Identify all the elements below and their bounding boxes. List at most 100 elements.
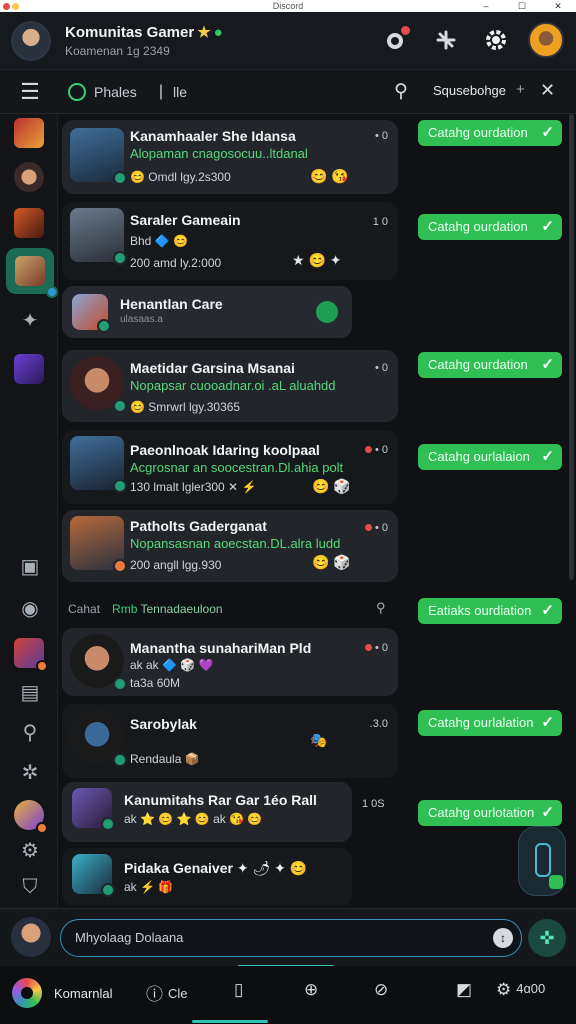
close-window-button[interactable]: ✕ (540, 0, 576, 12)
briefcase-icon[interactable]: ▤ (17, 680, 43, 706)
chat-item[interactable]: Manantha sunahariMan Pld ak ak 🔷 🎲 💜 ta3… (62, 628, 398, 696)
nav-item-info[interactable]: ⓘ Cle (146, 980, 188, 1005)
server-icon-1[interactable] (14, 118, 44, 148)
close-icon[interactable]: ✕ (540, 80, 555, 101)
brand-label[interactable]: Komarnlal (54, 986, 113, 1001)
chat-meta: ak ⚡ 🎁 (124, 880, 174, 894)
app-logo-icon[interactable] (12, 978, 42, 1008)
server-icon-active[interactable] (6, 248, 58, 298)
app-title: Komunitas Gamer ★ ● (65, 23, 223, 41)
chat-item[interactable]: Maetidar Garsina Msanai Nopapsar cuooadn… (62, 350, 398, 422)
status-pill[interactable]: Catahg ourdation ✓ (418, 120, 562, 146)
status-pill[interactable]: Catahg ourdation ✓ (418, 352, 562, 378)
nav-item-book[interactable]: ▯ (234, 980, 243, 1000)
chat-sub: ulasaas.a (120, 314, 163, 325)
chat-thumbnail (70, 436, 127, 493)
message-input[interactable]: Mhyolaag Dolaana ↕ (60, 919, 522, 957)
chat-time: .3.0 (369, 718, 388, 730)
nav-item-edit[interactable]: ◩ (456, 980, 472, 1000)
chat-reactions: 😊 🎲 (312, 554, 351, 570)
app-header: Komunitas Gamer ★ ● Koamenan 1g 2349 (0, 12, 576, 70)
send-button[interactable]: ✜ (528, 919, 566, 957)
search-sidebar-icon[interactable]: ⚲ (17, 720, 43, 746)
chat-thumbnail (70, 208, 127, 265)
status-pill-text: Catahg ourlalation (428, 715, 534, 730)
tab-lle[interactable]: lle (173, 84, 187, 100)
check-circle-icon[interactable]: ◉ (17, 596, 43, 622)
server-icon-3[interactable] (14, 208, 44, 238)
tab-phales[interactable]: Phales (68, 82, 137, 101)
chat-meta-text: Omdl lgy.2s300 (148, 170, 231, 184)
chat-item[interactable]: Saraler Gameain Bhd 🔷 😊 200 amd ly.2:000… (62, 202, 398, 280)
status-pill[interactable]: Catahg ourlalation ✓ (418, 710, 562, 736)
bottom-navigation: Komarnlal ⓘ Cle ▯ ⊕ ⊘ ◩ ⚙ 4ɑ00 (0, 966, 576, 1024)
chat-time: • 0 (364, 522, 388, 534)
header-actions (378, 22, 564, 58)
check-icon: ✓ (541, 602, 554, 619)
nav-item-target[interactable]: ⊕ (304, 980, 318, 1000)
chat-desc: Acgrosnar an soocestran.Dl.ahia polt (130, 460, 344, 475)
chat-name: Manantha sunahariMan Pld (130, 640, 312, 656)
tab-phales-icon (68, 82, 86, 101)
search-icon[interactable]: ⚲ (394, 80, 408, 103)
server-badge (36, 660, 48, 672)
book-icon: ▯ (234, 980, 244, 999)
header-title-block: Komunitas Gamer ★ ● Koamenan 1g 2349 (65, 23, 223, 58)
share-button[interactable] (428, 22, 464, 58)
nav-item-compass[interactable]: ⊘ (374, 980, 388, 1000)
maximize-button[interactable]: ☐ (504, 0, 540, 12)
nav-item-settings[interactable]: ⚙ 4ɑ00 (496, 980, 545, 1000)
chat-time: • 0 (374, 130, 388, 142)
list-scrollbar[interactable] (569, 114, 574, 580)
hamburger-menu-icon[interactable]: ☰ (0, 79, 60, 105)
minimize-button[interactable]: – (468, 0, 504, 12)
check-icon: ✓ (541, 218, 554, 235)
attach-icon[interactable]: ↕ (493, 928, 513, 948)
status-pill[interactable]: Catahg ourlalaion ✓ (418, 444, 562, 470)
server-icon-6[interactable] (14, 638, 48, 672)
check-icon: ✓ (541, 448, 554, 465)
chat-item[interactable]: Sarobylak Rendaula 📦 .3.0 🎭 (62, 704, 398, 778)
server-icon-2[interactable] (14, 162, 44, 192)
nav-item-label: 4ɑ00 (516, 981, 546, 996)
add-icon[interactable]: + (516, 81, 525, 98)
chat-time: • 0 (364, 444, 388, 456)
composer-avatar[interactable] (11, 917, 51, 957)
chat-item[interactable]: Kanamhaaler She Idansa Alopaman cnagosoc… (62, 120, 398, 194)
lock-icon[interactable]: ▣ (17, 554, 43, 580)
shield-icon[interactable]: ⛉ (17, 874, 43, 900)
server-icon-5[interactable] (14, 354, 44, 384)
settings-button[interactable] (478, 22, 514, 58)
server-icon-7[interactable] (14, 800, 48, 834)
profile-avatar[interactable] (528, 22, 564, 58)
section-search-icon[interactable]: ⚲ (376, 600, 386, 616)
status-pill[interactable]: Catahg ourlotation ✓ (418, 800, 562, 826)
target-icon: ⊕ (304, 980, 319, 999)
status-pill[interactable]: Eatiaks ourdiation ✓ (418, 598, 562, 624)
chat-thumbnail (72, 854, 115, 897)
message-composer: Mhyolaag Dolaana ↕ ✜ (0, 908, 576, 968)
chat-name-text: Pidaka Genaiver (124, 860, 233, 876)
chat-item[interactable]: Henantlan Care ulasaas.a (62, 286, 352, 338)
floating-action-button[interactable] (518, 826, 566, 896)
chat-time: 1 0S (362, 798, 385, 810)
settings-sidebar-icon[interactable]: ⚙ (17, 838, 43, 864)
status-pill[interactable]: Catahg ourdation ✓ (418, 214, 562, 240)
chat-item[interactable]: Patholts Gaderganat Nopansasnan aoecstan… (62, 510, 398, 582)
chat-time-text: • 0 (374, 444, 388, 456)
search-query[interactable]: Squsebohge (433, 83, 506, 98)
home-indicator (192, 1020, 268, 1023)
channel-toolbar: ☰ Phales | lle ⚲ Squsebohge + ✕ (0, 70, 576, 114)
chat-item[interactable]: Kanumitahs Rar Gar 1éo Rall ak ⭐ 😊 ⭐ 😊 a… (62, 782, 352, 842)
nav-item-label: Cle (168, 986, 188, 1001)
chat-meta-text: Smrwrl lgy.30365 (148, 400, 241, 414)
chat-desc: Nopansasnan aoecstan.DL.alra ludd (130, 536, 341, 551)
window-controls: – ☐ ✕ (468, 0, 576, 12)
section-label: Cahat (68, 602, 101, 616)
controller-icon[interactable]: ✦ (17, 308, 43, 334)
people-icon[interactable]: ✲ (17, 760, 43, 786)
notification-button[interactable] (378, 22, 414, 58)
chat-item[interactable]: Pidaka Genaiver ✦ 🌶 ✦ 😊 ak ⚡ 🎁 (62, 848, 352, 906)
chat-item[interactable]: Paeonlnoak Idaring koolpaal Acgrosnar an… (62, 430, 398, 504)
user-avatar[interactable] (11, 20, 51, 61)
